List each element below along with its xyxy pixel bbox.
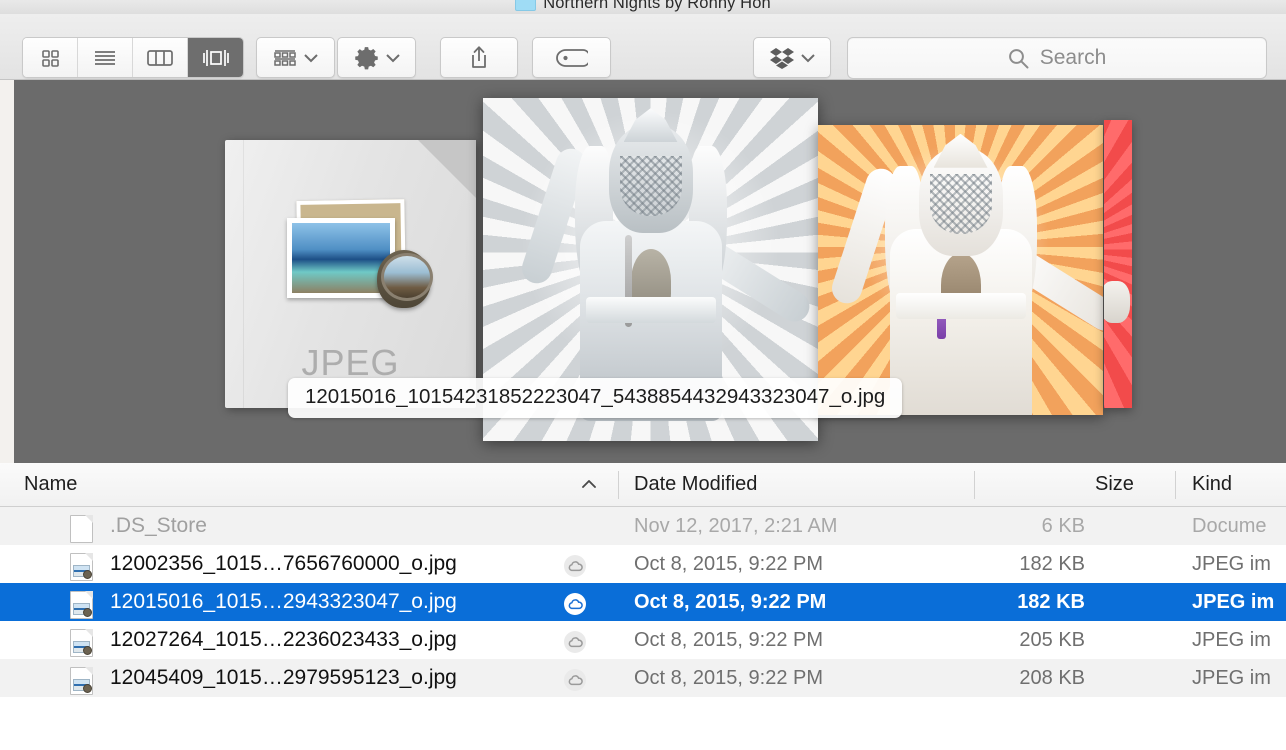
search-placeholder: Search bbox=[1039, 46, 1107, 69]
arrange-grid-icon bbox=[274, 49, 296, 66]
file-name-cell[interactable]: 12045409_1015…2979595123_o.jpg bbox=[110, 666, 457, 690]
grid-icon bbox=[42, 49, 59, 67]
file-kind-cell: JPEG im bbox=[1192, 552, 1271, 575]
figure-crown bbox=[623, 108, 678, 143]
chevron-down-icon bbox=[385, 53, 400, 62]
column-divider[interactable] bbox=[618, 471, 619, 499]
file-name-cell[interactable]: 12002356_1015…7656760000_o.jpg bbox=[110, 552, 457, 576]
figure-sash bbox=[585, 296, 716, 323]
table-row[interactable]: 12002356_1015…7656760000_o.jpg Oct 8, 201… bbox=[0, 545, 1286, 583]
figure-veil bbox=[929, 174, 992, 235]
window-title: Northern Nights by Ronny Hon bbox=[543, 0, 771, 12]
file-name-cell[interactable]: .DS_Store bbox=[110, 514, 207, 538]
file-date-cell: Oct 8, 2015, 9:22 PM bbox=[634, 628, 823, 651]
dropbox-sync-cloud-icon[interactable] bbox=[564, 669, 586, 691]
icon-view-button[interactable] bbox=[23, 38, 78, 77]
action-menu-button[interactable] bbox=[337, 37, 416, 78]
file-name-cell[interactable]: 12027264_1015…2236023433_o.jpg bbox=[110, 628, 457, 652]
file-size-cell: 182 KB bbox=[1019, 552, 1085, 575]
file-date-cell: Nov 12, 2017, 2:21 AM bbox=[634, 514, 838, 537]
column-header-size[interactable]: Size bbox=[1095, 463, 1134, 506]
file-size-cell: 205 KB bbox=[1019, 628, 1085, 651]
figure-sash bbox=[895, 293, 1026, 320]
file-date-cell: Oct 8, 2015, 9:22 PM bbox=[634, 666, 823, 689]
gear-icon bbox=[354, 47, 378, 70]
coverflow-view-button[interactable] bbox=[188, 38, 243, 77]
dropbox-button[interactable] bbox=[753, 37, 831, 78]
file-size-cell: 182 KB bbox=[1017, 590, 1085, 613]
tags-button[interactable] bbox=[532, 37, 611, 78]
dropbox-sync-cloud-icon[interactable] bbox=[564, 631, 586, 653]
jpeg-document-icon bbox=[70, 553, 93, 581]
view-mode-segmented-control[interactable] bbox=[22, 37, 244, 78]
file-kind-cell: JPEG im bbox=[1192, 590, 1275, 613]
file-size-cell: 6 KB bbox=[1041, 514, 1085, 537]
jpeg-document-icon bbox=[70, 629, 93, 657]
jpeg-document-icon bbox=[70, 591, 93, 619]
tag-icon bbox=[555, 48, 588, 67]
file-name-cell[interactable]: 12015016_1015…2943323047_o.jpg bbox=[110, 590, 457, 614]
table-row[interactable]: 12027264_1015…2236023433_o.jpg Oct 8, 201… bbox=[0, 621, 1286, 659]
coverflow-pane[interactable]: JPEG 12015016_10154231852223047_54388544… bbox=[14, 80, 1286, 463]
coverflow-item-far-preview[interactable] bbox=[1104, 120, 1132, 408]
columns-icon bbox=[147, 49, 173, 66]
coverflow-icon bbox=[202, 49, 229, 66]
column-view-button[interactable] bbox=[133, 38, 188, 77]
column-header-date[interactable]: Date Modified bbox=[634, 463, 757, 506]
chevron-down-icon bbox=[801, 53, 815, 62]
list-empty-area bbox=[15, 697, 1286, 750]
table-row[interactable]: .DS_Store Nov 12, 2017, 2:21 AM 6 KB Docume bbox=[0, 507, 1286, 545]
coverflow-filename-label: 12015016_10154231852223047_5438854432943… bbox=[288, 378, 903, 418]
file-date-cell: Oct 8, 2015, 9:22 PM bbox=[634, 590, 827, 613]
folder-icon bbox=[515, 0, 537, 11]
list-view-button[interactable] bbox=[78, 38, 133, 77]
column-divider[interactable] bbox=[1175, 471, 1176, 499]
arrange-button[interactable] bbox=[256, 37, 335, 78]
share-button[interactable] bbox=[440, 37, 518, 78]
column-header-name[interactable]: Name bbox=[24, 463, 77, 506]
search-icon bbox=[1008, 48, 1029, 68]
blank-document-icon bbox=[70, 515, 93, 543]
file-date-cell: Oct 8, 2015, 9:22 PM bbox=[634, 552, 823, 575]
column-header-kind[interactable]: Kind bbox=[1192, 463, 1232, 506]
toolbar: Search bbox=[0, 14, 1286, 80]
file-size-cell: 208 KB bbox=[1019, 666, 1085, 689]
share-upload-icon bbox=[472, 46, 486, 68]
sort-ascending-icon[interactable] bbox=[580, 476, 598, 494]
coverflow-item-next-preview[interactable] bbox=[818, 125, 1103, 415]
file-kind-cell: Docume bbox=[1192, 514, 1267, 537]
coverflow-item-document-icon[interactable]: JPEG bbox=[225, 140, 476, 408]
column-header-row: Name Date Modified Size Kind bbox=[0, 463, 1286, 507]
chevron-down-icon bbox=[304, 53, 318, 62]
jpeg-document-icon bbox=[70, 667, 93, 695]
file-kind-cell: JPEG im bbox=[1192, 666, 1271, 689]
loupe-icon bbox=[377, 250, 433, 308]
figure-veil bbox=[619, 156, 682, 217]
sidebar-strip bbox=[0, 80, 14, 463]
column-divider[interactable] bbox=[974, 471, 975, 499]
table-row[interactable]: 12045409_1015…2979595123_o.jpg Oct 8, 201… bbox=[0, 659, 1286, 697]
dropbox-sync-cloud-icon[interactable] bbox=[564, 555, 586, 577]
list-lines-icon bbox=[95, 50, 115, 65]
dropbox-sync-cloud-icon[interactable] bbox=[564, 593, 586, 615]
dropbox-icon bbox=[770, 47, 794, 69]
table-row[interactable]: 12015016_1015…2943323047_o.jpg Oct 8, 201… bbox=[0, 583, 1286, 621]
file-kind-cell: JPEG im bbox=[1192, 628, 1271, 651]
search-field[interactable]: Search bbox=[847, 37, 1267, 79]
title-bar: Northern Nights by Ronny Hon bbox=[0, 0, 1286, 14]
finder-window: Northern Nights by Ronny Hon Search JPEG… bbox=[0, 0, 1286, 750]
